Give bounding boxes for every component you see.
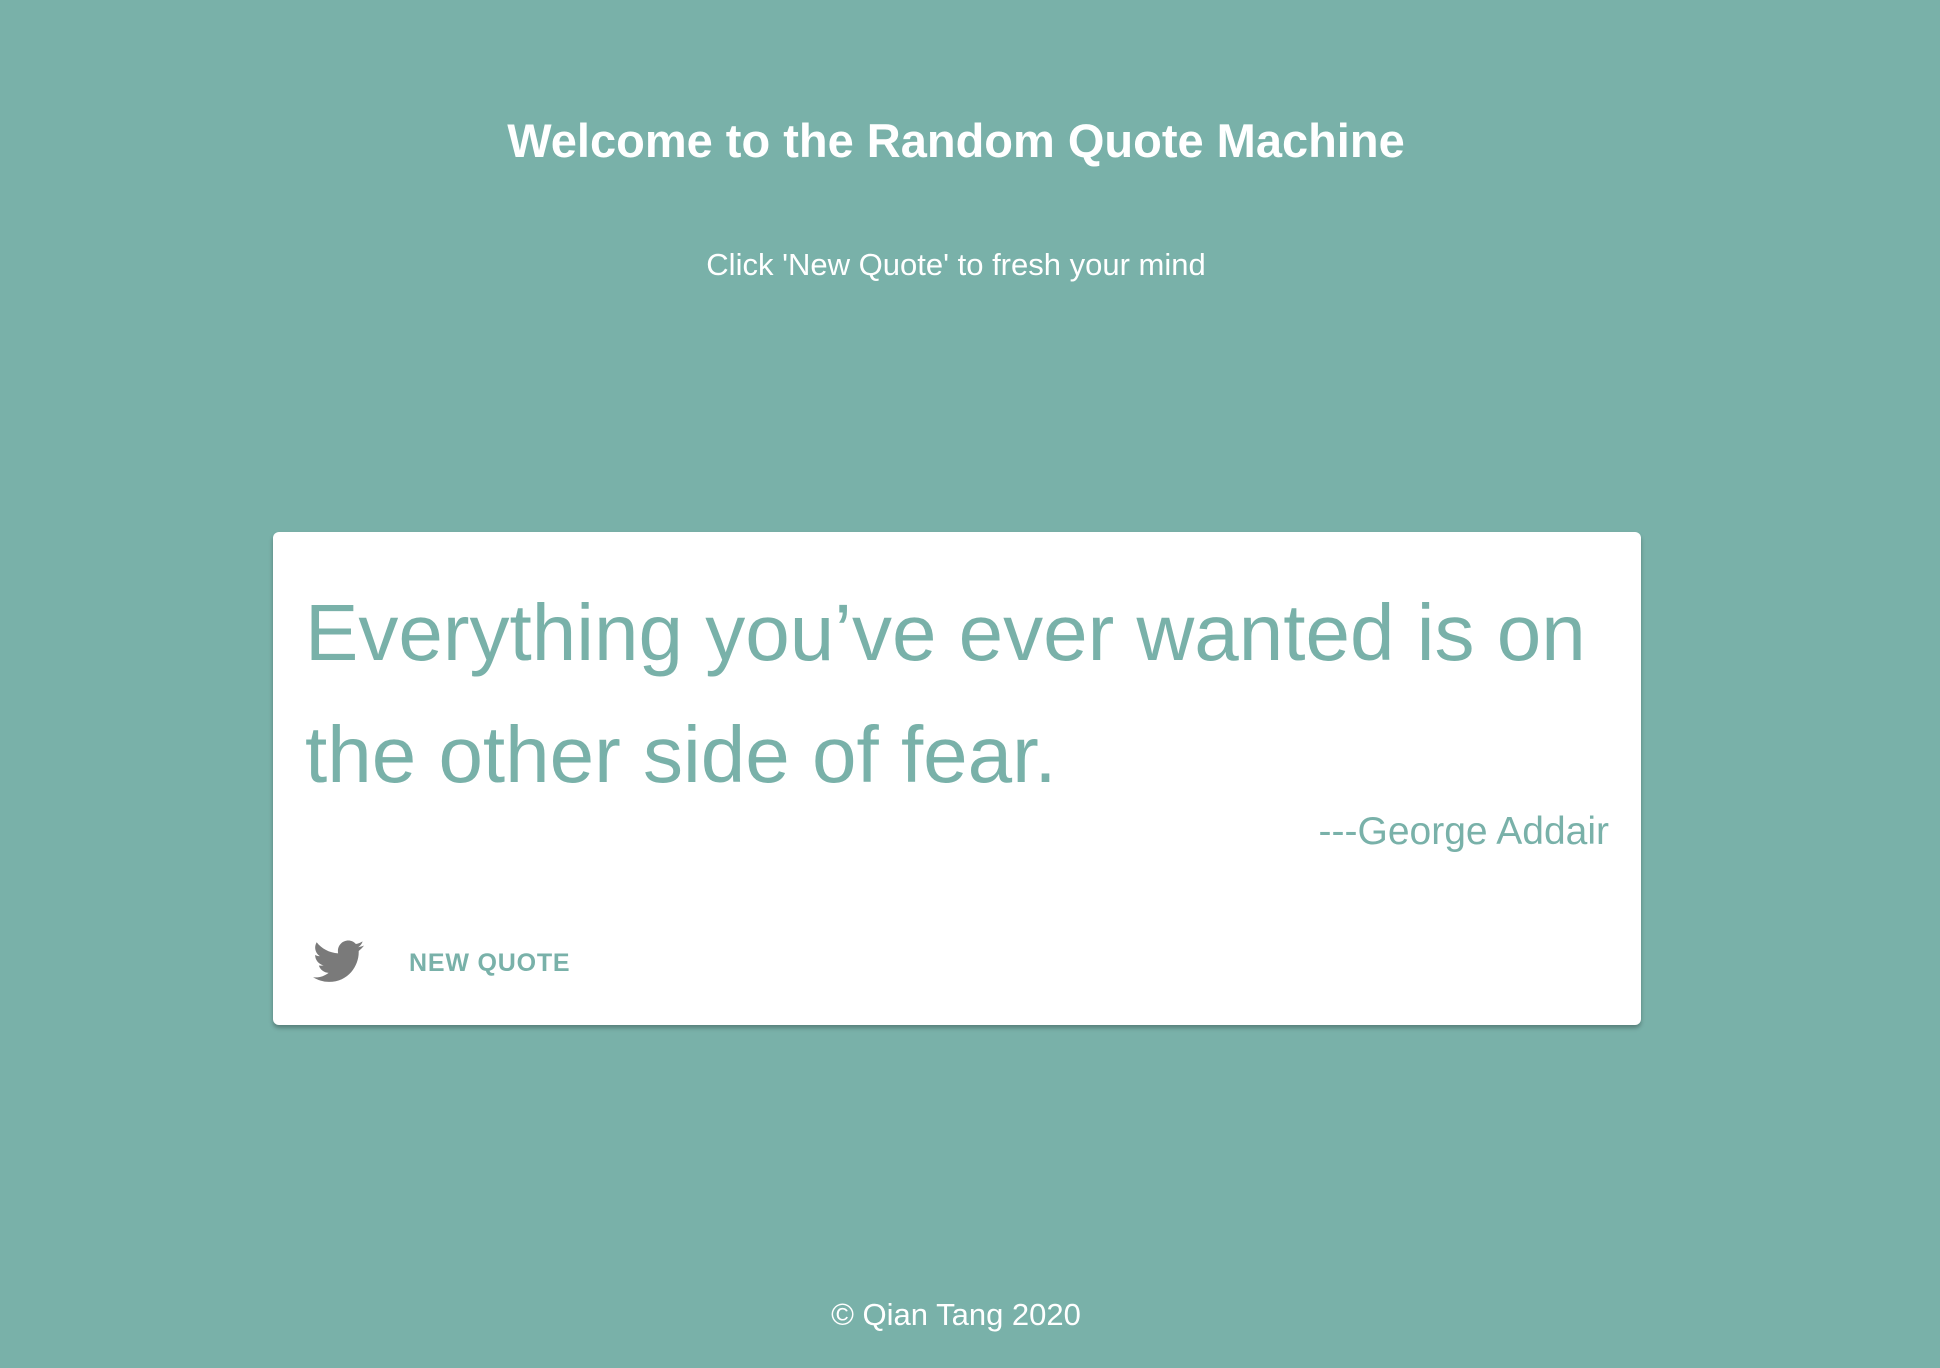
footer-copyright: © Qian Tang 2020 [831, 1297, 1081, 1332]
tweet-quote-button[interactable] [311, 936, 367, 988]
quote-author: ---George Addair [1318, 810, 1609, 853]
page-subtitle: Click 'New Quote' to fresh your mind [706, 247, 1206, 282]
twitter-icon [313, 940, 365, 982]
quote-text: Everything you’ve ever wanted is on the … [305, 588, 1586, 799]
page-title: Welcome to the Random Quote Machine [507, 114, 1405, 167]
new-quote-button[interactable]: NEW QUOTE [405, 942, 574, 984]
quote-card: Everything you’ve ever wanted is on the … [273, 532, 1641, 1025]
